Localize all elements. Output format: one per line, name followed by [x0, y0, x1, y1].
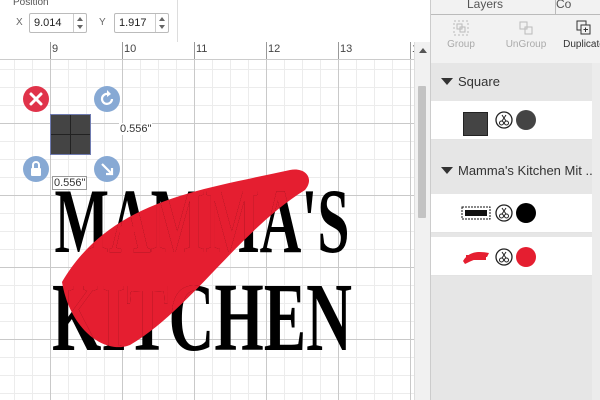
ruler-number: 12 — [268, 43, 281, 55]
resize-arrow-icon — [101, 163, 114, 176]
ungroup-button[interactable]: UnGroup — [501, 20, 551, 50]
ruler-number: 11 — [196, 43, 208, 55]
canvas-vertical-scrollbar[interactable] — [414, 42, 430, 400]
panel-scrollbar[interactable] — [592, 63, 600, 400]
ruler-tick — [266, 42, 267, 59]
scissors-icon[interactable] — [495, 111, 513, 129]
scale-handle[interactable] — [94, 156, 120, 182]
layer-thumbnail-red-text — [463, 251, 489, 264]
scissors-icon[interactable] — [495, 204, 513, 222]
scissors-icon[interactable] — [495, 248, 513, 266]
rotate-icon — [100, 90, 114, 105]
panel-empty-area — [431, 280, 600, 400]
ruler-tick — [338, 42, 339, 59]
tab-color-sync[interactable]: Co — [556, 0, 571, 11]
x-position-value: 9.014 — [34, 17, 62, 29]
ruler-tick — [50, 42, 51, 59]
ruler-number: 9 — [52, 43, 59, 55]
mammas-kitchen-artwork[interactable]: MAMMA'S KITCHEN MAMMA'S KITCHEN — [50, 160, 360, 355]
x-label: X — [16, 17, 23, 28]
layer-row[interactable] — [431, 237, 600, 276]
square-crosshair-v — [70, 115, 71, 154]
ruler-number: 13 — [340, 43, 353, 55]
ungroup-label: UnGroup — [505, 39, 547, 50]
duplicate-label: Duplicate — [563, 39, 600, 50]
collapse-triangle-icon[interactable] — [441, 78, 453, 85]
duplicate-icon — [576, 20, 591, 35]
selected-square-object[interactable] — [50, 114, 91, 155]
y-label: Y — [99, 17, 106, 28]
layer-color-swatch[interactable] — [516, 203, 536, 223]
horizontal-ruler: 9 10 11 12 13 14 — [0, 42, 424, 60]
rotate-handle[interactable] — [94, 86, 120, 112]
layer-name: Mamma's Kitchen Mit ... — [458, 163, 597, 178]
width-dimension-label: 0.556" — [119, 123, 153, 135]
layer-row[interactable] — [431, 194, 600, 233]
ruler-number: 10 — [124, 43, 137, 55]
delete-handle[interactable] — [23, 86, 49, 112]
panel-tabs: Layers Co — [431, 0, 600, 15]
scroll-up-icon[interactable] — [419, 48, 427, 53]
x-stepper[interactable] — [73, 14, 86, 32]
layer-name: Square — [458, 74, 500, 89]
divider — [177, 0, 178, 42]
y-position-input[interactable]: 1.917 — [114, 13, 169, 33]
position-title: Position — [13, 0, 49, 8]
position-bar: Position X 9.014 Y 1.917 — [0, 0, 430, 42]
layer-thumbnail-square — [463, 112, 488, 136]
layers-panel: Layers Co Group UnGroup Duplicate Square… — [430, 0, 600, 400]
ruler-tick — [122, 42, 123, 59]
layers-toolbar: Group UnGroup Duplicate — [431, 15, 600, 64]
x-position-input[interactable]: 9.014 — [29, 13, 87, 33]
height-dimension-label: 0.556" — [52, 176, 88, 190]
layer-color-swatch[interactable] — [516, 247, 536, 267]
collapse-triangle-icon[interactable] — [441, 167, 453, 174]
lock-handle[interactable] — [23, 156, 49, 182]
y-stepper[interactable] — [155, 14, 168, 32]
tab-layers[interactable]: Layers — [450, 0, 520, 11]
ungroup-icon — [519, 21, 533, 35]
y-position-value: 1.917 — [119, 17, 147, 29]
duplicate-button[interactable]: Duplicate — [559, 20, 600, 50]
group-icon — [453, 20, 469, 36]
group-label: Group — [447, 39, 475, 50]
layer-color-swatch[interactable] — [516, 110, 536, 130]
close-icon — [29, 92, 43, 106]
layer-row[interactable] — [431, 101, 600, 140]
scrollbar-thumb[interactable] — [418, 86, 426, 218]
group-button[interactable]: Group — [441, 20, 481, 50]
lock-icon — [31, 161, 41, 176]
layer-group-mammas-kitchen[interactable]: Mamma's Kitchen Mit ... — [431, 152, 600, 190]
layer-group-square[interactable]: Square — [431, 63, 600, 101]
ruler-tick — [194, 42, 195, 59]
ruler-tick — [410, 42, 411, 59]
layer-thumbnail-black-text — [461, 206, 491, 220]
